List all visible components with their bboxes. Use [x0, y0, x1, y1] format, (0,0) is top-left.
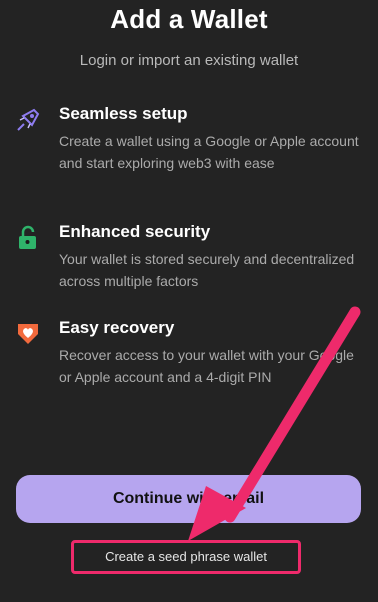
feature-description: Recover access to your wallet with your …	[59, 347, 354, 385]
feature-title: Enhanced security	[59, 222, 211, 241]
add-wallet-screen: Add a Wallet Login or import an existing…	[0, 0, 378, 602]
feature-title: Seamless setup	[59, 104, 188, 123]
page-subtitle: Login or import an existing wallet	[79, 52, 299, 69]
lock-icon	[14, 224, 42, 252]
page-title: Add a Wallet	[110, 4, 268, 34]
feature-title: Easy recovery	[59, 318, 175, 337]
feature-description: Create a wallet using a Google or Apple …	[59, 133, 359, 171]
create-seed-phrase-wallet-link[interactable]: Create a seed phrase wallet	[71, 540, 301, 574]
rocket-icon	[14, 106, 42, 134]
heart-badge-icon	[14, 318, 42, 346]
feature-description: Your wallet is stored securely and decen…	[59, 251, 355, 289]
continue-with-email-button[interactable]: Continue with email	[16, 475, 361, 523]
